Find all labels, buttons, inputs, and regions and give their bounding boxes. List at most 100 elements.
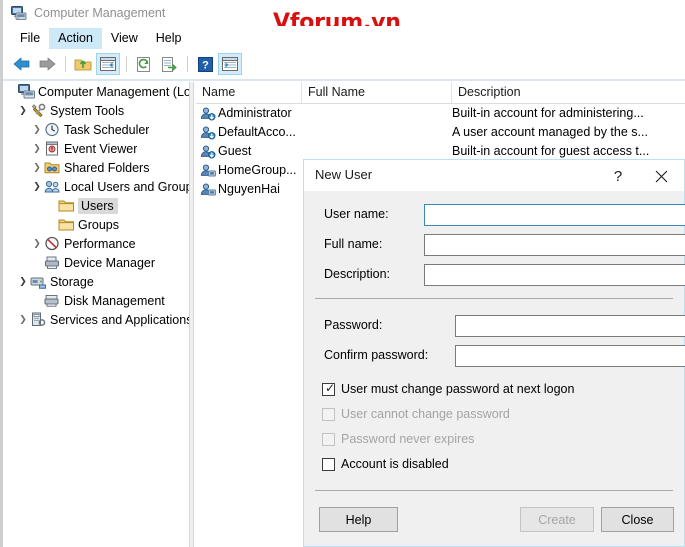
task-scheduler-icon xyxy=(44,122,61,137)
chevron-right-icon[interactable]: ❯ xyxy=(30,234,44,253)
svg-text:?: ? xyxy=(202,59,209,71)
checkbox-label: Account is disabled xyxy=(341,457,449,471)
chevron-down-icon[interactable]: ❯ xyxy=(16,101,30,120)
up-folder-icon[interactable] xyxy=(71,53,95,75)
column-header-description[interactable]: Description xyxy=(452,82,685,103)
tree-label: Device Manager xyxy=(64,255,156,270)
menu-bar: File Action View Help xyxy=(3,26,685,50)
folder-icon xyxy=(58,217,75,232)
full-name-input[interactable] xyxy=(424,234,685,256)
create-button: Create xyxy=(520,507,594,532)
password-input[interactable] xyxy=(455,315,685,337)
pane-splitter[interactable] xyxy=(189,82,194,547)
forward-arrow-icon[interactable] xyxy=(35,53,59,75)
tree-item-storage[interactable]: ❯ Storage xyxy=(4,272,189,291)
computer-management-icon xyxy=(11,6,27,20)
event-viewer-icon xyxy=(44,141,61,156)
user-builtin-icon xyxy=(200,144,216,159)
chevron-down-icon[interactable]: ❯ xyxy=(16,272,30,291)
dialog-separator-bottom xyxy=(315,490,673,491)
local-users-groups-icon xyxy=(44,179,61,194)
help-button[interactable]: Help xyxy=(319,507,398,532)
menu-view[interactable]: View xyxy=(102,28,147,49)
cell-description: A user account managed by the s... xyxy=(452,125,648,139)
table-row[interactable]: Administrator Built-in account for admin… xyxy=(196,104,685,123)
description-label: Description: xyxy=(324,267,390,281)
tree-item-shared-folders[interactable]: ❯ Shared Folders xyxy=(4,158,189,177)
tree-item-local-users-and-groups[interactable]: ❯ Local Users and Groups xyxy=(4,177,189,196)
checkbox-icon[interactable]: ✓ xyxy=(322,380,336,396)
storage-icon xyxy=(30,274,47,289)
user-name-input[interactable] xyxy=(424,204,685,226)
chevron-down-icon[interactable]: ❯ xyxy=(30,177,44,196)
folder-icon xyxy=(58,198,75,213)
checkbox-label: User must change password at next logon xyxy=(341,382,575,396)
tree-label: System Tools xyxy=(50,103,125,118)
tree-item-event-viewer[interactable]: ❯ Event Viewer xyxy=(4,139,189,158)
description-row: Description: xyxy=(324,264,685,286)
computer-management-icon xyxy=(18,84,35,99)
checkbox-user-must-change-password[interactable]: ✓ User must change password at next logo… xyxy=(322,380,574,398)
back-arrow-icon[interactable] xyxy=(10,53,34,75)
tree-item-disk-management[interactable]: Disk Management xyxy=(4,291,189,310)
cell-name: DefaultAcco... xyxy=(218,125,296,139)
password-row: Password: xyxy=(324,315,685,337)
disk-management-icon xyxy=(44,293,61,308)
description-input[interactable] xyxy=(424,264,685,286)
tree-label: Event Viewer xyxy=(64,141,138,156)
console-tree[interactable]: Computer Management (Local ❯ System Tool… xyxy=(4,82,189,547)
export-list-icon[interactable] xyxy=(157,53,181,75)
cell-name: Guest xyxy=(218,144,252,158)
chevron-right-icon[interactable]: ❯ xyxy=(30,158,44,177)
tree-item-performance[interactable]: ❯ Performance xyxy=(4,234,189,253)
dialog-title: New User xyxy=(315,167,373,182)
full-name-label: Full name: xyxy=(324,237,383,251)
refresh-icon[interactable] xyxy=(132,53,156,75)
show-hide-console-tree-icon[interactable] xyxy=(96,53,120,75)
checkbox-label: User cannot change password xyxy=(341,407,510,421)
tree-label: Task Scheduler xyxy=(64,122,150,137)
checkbox-icon xyxy=(322,407,335,421)
chevron-right-icon[interactable]: ❯ xyxy=(16,310,30,329)
password-label: Password: xyxy=(324,318,383,332)
cell-full-name xyxy=(302,104,452,123)
checkbox-account-is-disabled[interactable]: Account is disabled xyxy=(322,455,449,473)
menu-action[interactable]: Action xyxy=(49,27,102,49)
tree-item-users[interactable]: Users xyxy=(4,196,189,215)
close-icon[interactable] xyxy=(643,164,679,188)
tree-item-device-manager[interactable]: Device Manager xyxy=(4,253,189,272)
show-hide-action-pane-icon[interactable] xyxy=(218,53,242,75)
menu-help[interactable]: Help xyxy=(147,28,191,49)
checkbox-user-cannot-change-password: User cannot change password xyxy=(322,405,510,423)
tree-label: Groups xyxy=(78,217,119,232)
cell-name: Administrator xyxy=(218,106,292,120)
user-builtin-icon xyxy=(200,106,216,121)
tree-item-services-and-applications[interactable]: ❯ Services and Applications xyxy=(4,310,189,329)
chevron-right-icon[interactable]: ❯ xyxy=(30,120,44,139)
toolbar: ? xyxy=(3,50,685,78)
tree-label: Storage xyxy=(50,274,94,289)
tree-item-groups[interactable]: Groups xyxy=(4,215,189,234)
tree-label: Disk Management xyxy=(64,293,165,308)
tree-item-task-scheduler[interactable]: ❯ Task Scheduler xyxy=(4,120,189,139)
menu-file[interactable]: File xyxy=(11,28,49,49)
help-icon[interactable]: ? xyxy=(193,53,217,75)
close-button[interactable]: Close xyxy=(601,507,674,532)
column-header-full-name[interactable]: Full Name xyxy=(302,82,452,103)
cell-name: HomeGroup... xyxy=(218,163,297,177)
column-header-name[interactable]: Name xyxy=(196,82,302,103)
checkbox-icon[interactable] xyxy=(322,457,335,471)
confirm-password-input[interactable] xyxy=(455,345,685,367)
tree-item-computer-management[interactable]: Computer Management (Local xyxy=(4,82,189,101)
toolbar-separator xyxy=(187,56,188,72)
checkbox-label: Password never expires xyxy=(341,432,475,446)
dialog-help-button[interactable]: ? xyxy=(603,164,633,188)
chevron-right-icon[interactable]: ❯ xyxy=(30,139,44,158)
tree-item-system-tools[interactable]: ❯ System Tools xyxy=(4,101,189,120)
cell-name: NguyenHai xyxy=(218,182,280,196)
checkmark-icon: ✓ xyxy=(325,380,336,395)
confirm-password-row: Confirm password: xyxy=(324,345,685,367)
dialog-separator-top xyxy=(315,298,673,299)
tree-label: Computer Management (Local xyxy=(38,84,189,99)
table-row[interactable]: DefaultAcco... A user account managed by… xyxy=(196,123,685,142)
